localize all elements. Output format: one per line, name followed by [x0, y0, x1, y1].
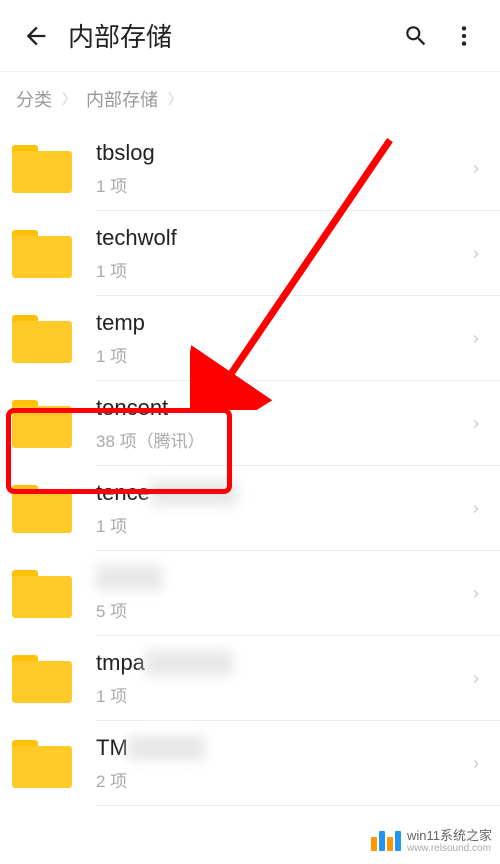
header: 内部存储: [0, 0, 500, 72]
folder-meta: 2 项: [96, 767, 468, 792]
breadcrumb: 分类 〉 内部存储 〉: [0, 72, 500, 126]
folder-row[interactable]: xxxxxx 5 项: [0, 551, 500, 636]
folder-name: TMxxxxxxx: [96, 735, 468, 761]
folder-text: tencent 38 项（腾讯）: [96, 395, 468, 452]
folder-name: techwolf: [96, 225, 468, 251]
folder-row[interactable]: temp 1 项: [0, 296, 500, 381]
folder-meta: 1 项: [96, 342, 468, 367]
chevron-right-icon: [468, 671, 484, 687]
chevron-right-icon: 〉: [62, 89, 76, 109]
chevron-right-icon: [468, 161, 484, 177]
folder-list: tbslog 1 项 techwolf 1 项 temp 1 项 tencent…: [0, 126, 500, 806]
folder-icon: [12, 230, 72, 278]
folder-row[interactable]: tencexxxxxxxx 1 项: [0, 466, 500, 551]
folder-meta: 5 项: [96, 597, 468, 622]
chevron-right-icon: [468, 501, 484, 517]
folder-row[interactable]: techwolf 1 项: [0, 211, 500, 296]
folder-icon: [12, 740, 72, 788]
chevron-right-icon: [468, 331, 484, 347]
folder-icon: [12, 315, 72, 363]
folder-meta: 1 项: [96, 682, 468, 707]
breadcrumb-item[interactable]: 内部存储: [86, 86, 158, 112]
folder-icon: [12, 570, 72, 618]
folder-row[interactable]: tmpaxxxxxxxx 1 项: [0, 636, 500, 721]
folder-text: techwolf 1 项: [96, 225, 468, 282]
watermark: win11系统之家 www.relsound.com: [371, 829, 492, 854]
folder-name: tencent: [96, 395, 468, 421]
folder-text: temp 1 项: [96, 310, 468, 367]
more-button[interactable]: [444, 16, 484, 56]
folder-name: tbslog: [96, 140, 468, 166]
search-icon: [403, 23, 429, 49]
folder-name: tmpaxxxxxxxx: [96, 650, 468, 676]
folder-text: tencexxxxxxxx 1 项: [96, 480, 468, 537]
more-vert-icon: [451, 23, 477, 49]
folder-icon: [12, 400, 72, 448]
folder-row[interactable]: TMxxxxxxx 2 项: [0, 721, 500, 806]
folder-row[interactable]: tbslog 1 项: [0, 126, 500, 211]
folder-name: tencexxxxxxxx: [96, 480, 468, 506]
folder-text: xxxxxx 5 项: [96, 565, 468, 622]
breadcrumb-item[interactable]: 分类: [16, 86, 52, 112]
folder-icon: [12, 145, 72, 193]
search-button[interactable]: [396, 16, 436, 56]
chevron-right-icon: [468, 756, 484, 772]
watermark-line2: www.relsound.com: [407, 843, 492, 854]
chevron-right-icon: [468, 416, 484, 432]
header-actions: [396, 16, 484, 56]
page-title: 内部存储: [68, 17, 396, 54]
folder-row-tencent[interactable]: tencent 38 项（腾讯）: [0, 381, 500, 466]
folder-name: xxxxxx: [96, 565, 468, 591]
folder-icon: [12, 485, 72, 533]
folder-name: temp: [96, 310, 468, 336]
chevron-right-icon: [468, 586, 484, 602]
arrow-left-icon: [22, 22, 50, 50]
chevron-right-icon: [468, 246, 484, 262]
chevron-right-icon: 〉: [168, 89, 182, 109]
folder-text: TMxxxxxxx 2 项: [96, 735, 468, 792]
back-button[interactable]: [16, 16, 56, 56]
watermark-logo-icon: [371, 831, 401, 851]
folder-meta: 1 项: [96, 257, 468, 282]
folder-text: tbslog 1 项: [96, 140, 468, 197]
folder-text: tmpaxxxxxxxx 1 项: [96, 650, 468, 707]
watermark-line1: win11系统之家: [407, 829, 492, 843]
folder-meta: 1 项: [96, 172, 468, 197]
folder-meta: 1 项: [96, 512, 468, 537]
folder-icon: [12, 655, 72, 703]
folder-meta: 38 项（腾讯）: [96, 427, 468, 452]
